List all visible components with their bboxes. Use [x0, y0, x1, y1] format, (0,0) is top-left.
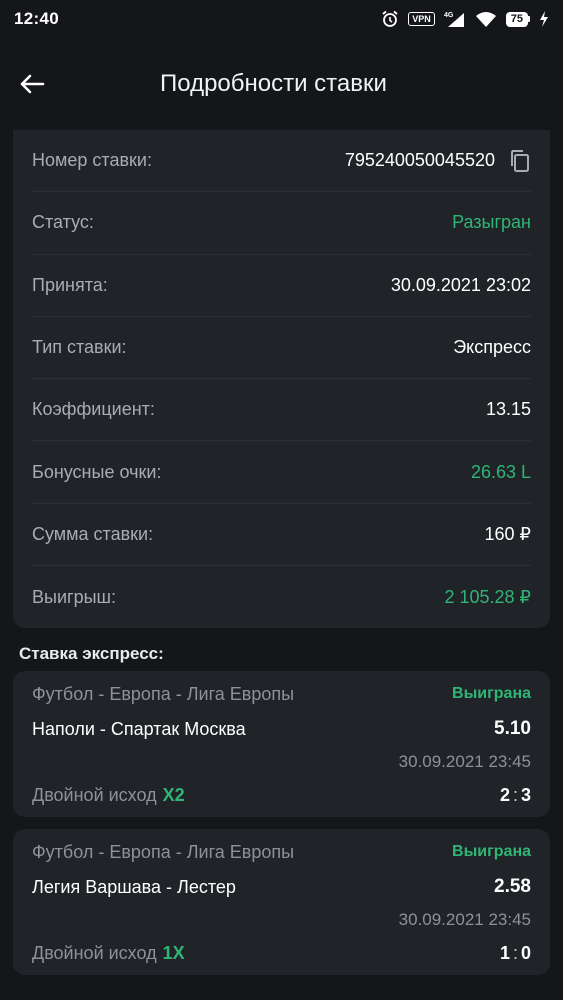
bet-details-card: Номер ставки: 795240050045520 Статус: Ра…	[13, 130, 550, 629]
event-card[interactable]: Футбол - Европа - Лига Европы Выиграна Л…	[13, 829, 550, 976]
accepted-value: 30.09.2021 23:02	[390, 274, 531, 295]
event-market: Двойной исход 1X	[32, 943, 185, 964]
score-away: 0	[520, 942, 531, 963]
arrow-left-icon	[20, 74, 45, 94]
market-name: Двойной исход	[32, 942, 157, 963]
score-away: 3	[520, 784, 531, 805]
event-odds: 5.10	[494, 718, 531, 740]
event-score: 2:3	[500, 785, 531, 806]
event-score: 1:0	[500, 943, 531, 964]
detail-row-bet-number: Номер ставки: 795240050045520	[32, 130, 531, 193]
detail-row-accepted: Принята: 30.09.2021 23:02	[32, 255, 531, 317]
page-title: Подробности ставки	[160, 70, 387, 97]
clock: 12:40	[14, 9, 59, 28]
detail-label: Принята:	[32, 274, 108, 295]
event-match: Наполи - Спартак Москва	[32, 718, 246, 739]
detail-row-bet-type: Тип ставки: Экспресс	[32, 317, 531, 380]
detail-value: 795240050045520	[345, 149, 531, 173]
detail-label: Сумма ставки:	[32, 523, 154, 544]
event-odds: 2.58	[494, 876, 531, 898]
score-separator: :	[512, 942, 518, 963]
bet-number: 795240050045520	[344, 150, 495, 171]
event-match: Легия Варшава - Лестер	[32, 876, 236, 897]
detail-label: Номер ставки:	[32, 150, 152, 171]
event-datetime: 30.09.2021 23:45	[398, 910, 531, 930]
score-home: 1	[499, 942, 510, 963]
vpn-badge: VPN	[408, 12, 435, 26]
signal-icon: 4G	[444, 12, 464, 27]
event-league: Футбол - Европа - Лига Европы	[32, 841, 295, 862]
event-card[interactable]: Футбол - Европа - Лига Европы Выиграна Н…	[13, 671, 550, 818]
detail-row-winnings: Выигрыш: 2 105.28 ₽	[32, 566, 531, 628]
svg-text:4G: 4G	[444, 12, 454, 19]
market-name: Двойной исход	[32, 784, 157, 805]
battery-level: 75	[505, 11, 528, 27]
event-result-badge: Выиграна	[452, 685, 531, 703]
detail-row-stake: Сумма ставки: 160 ₽	[32, 504, 532, 567]
charging-icon	[540, 11, 548, 27]
detail-label: Тип ставки:	[32, 337, 127, 358]
express-section-title: Ставка экспресс:	[19, 644, 164, 664]
copy-icon[interactable]	[509, 149, 531, 173]
winnings-value: 2 105.28 ₽	[444, 586, 531, 607]
market-pick: X2	[162, 784, 185, 805]
detail-row-status: Статус: Разыгран	[32, 192, 531, 255]
status-icons: VPN 4G 75	[381, 10, 549, 28]
battery-icon: 75	[505, 11, 530, 27]
coefficient-value: 13.15	[485, 399, 531, 420]
back-button[interactable]	[16, 68, 48, 100]
score-home: 2	[499, 784, 510, 805]
status-bar: 12:40 VPN 4G 75	[0, 0, 563, 38]
detail-row-coefficient: Коэффициент: 13.15	[32, 379, 531, 442]
event-datetime: 30.09.2021 23:45	[398, 752, 531, 772]
score-separator: :	[512, 784, 518, 805]
stake-value: 160 ₽	[484, 523, 532, 544]
bet-type-value: Экспресс	[453, 337, 531, 358]
status-value: Разыгран	[452, 212, 531, 233]
event-result-badge: Выиграна	[452, 843, 531, 861]
detail-label: Статус:	[32, 212, 94, 233]
detail-label: Бонусные очки:	[32, 461, 162, 482]
market-pick: 1X	[162, 942, 185, 963]
app-bar: Подробности ставки	[0, 38, 563, 130]
wifi-icon	[475, 12, 496, 27]
detail-row-bonus-points: Бонусные очки: 26.63 L	[32, 441, 531, 504]
bonus-points-value: 26.63 L	[470, 461, 531, 482]
detail-label: Выигрыш:	[32, 586, 116, 607]
detail-label: Коэффициент:	[32, 399, 155, 420]
event-league: Футбол - Европа - Лига Европы	[32, 683, 295, 704]
event-market: Двойной исход X2	[32, 785, 185, 806]
alarm-icon	[382, 10, 398, 27]
